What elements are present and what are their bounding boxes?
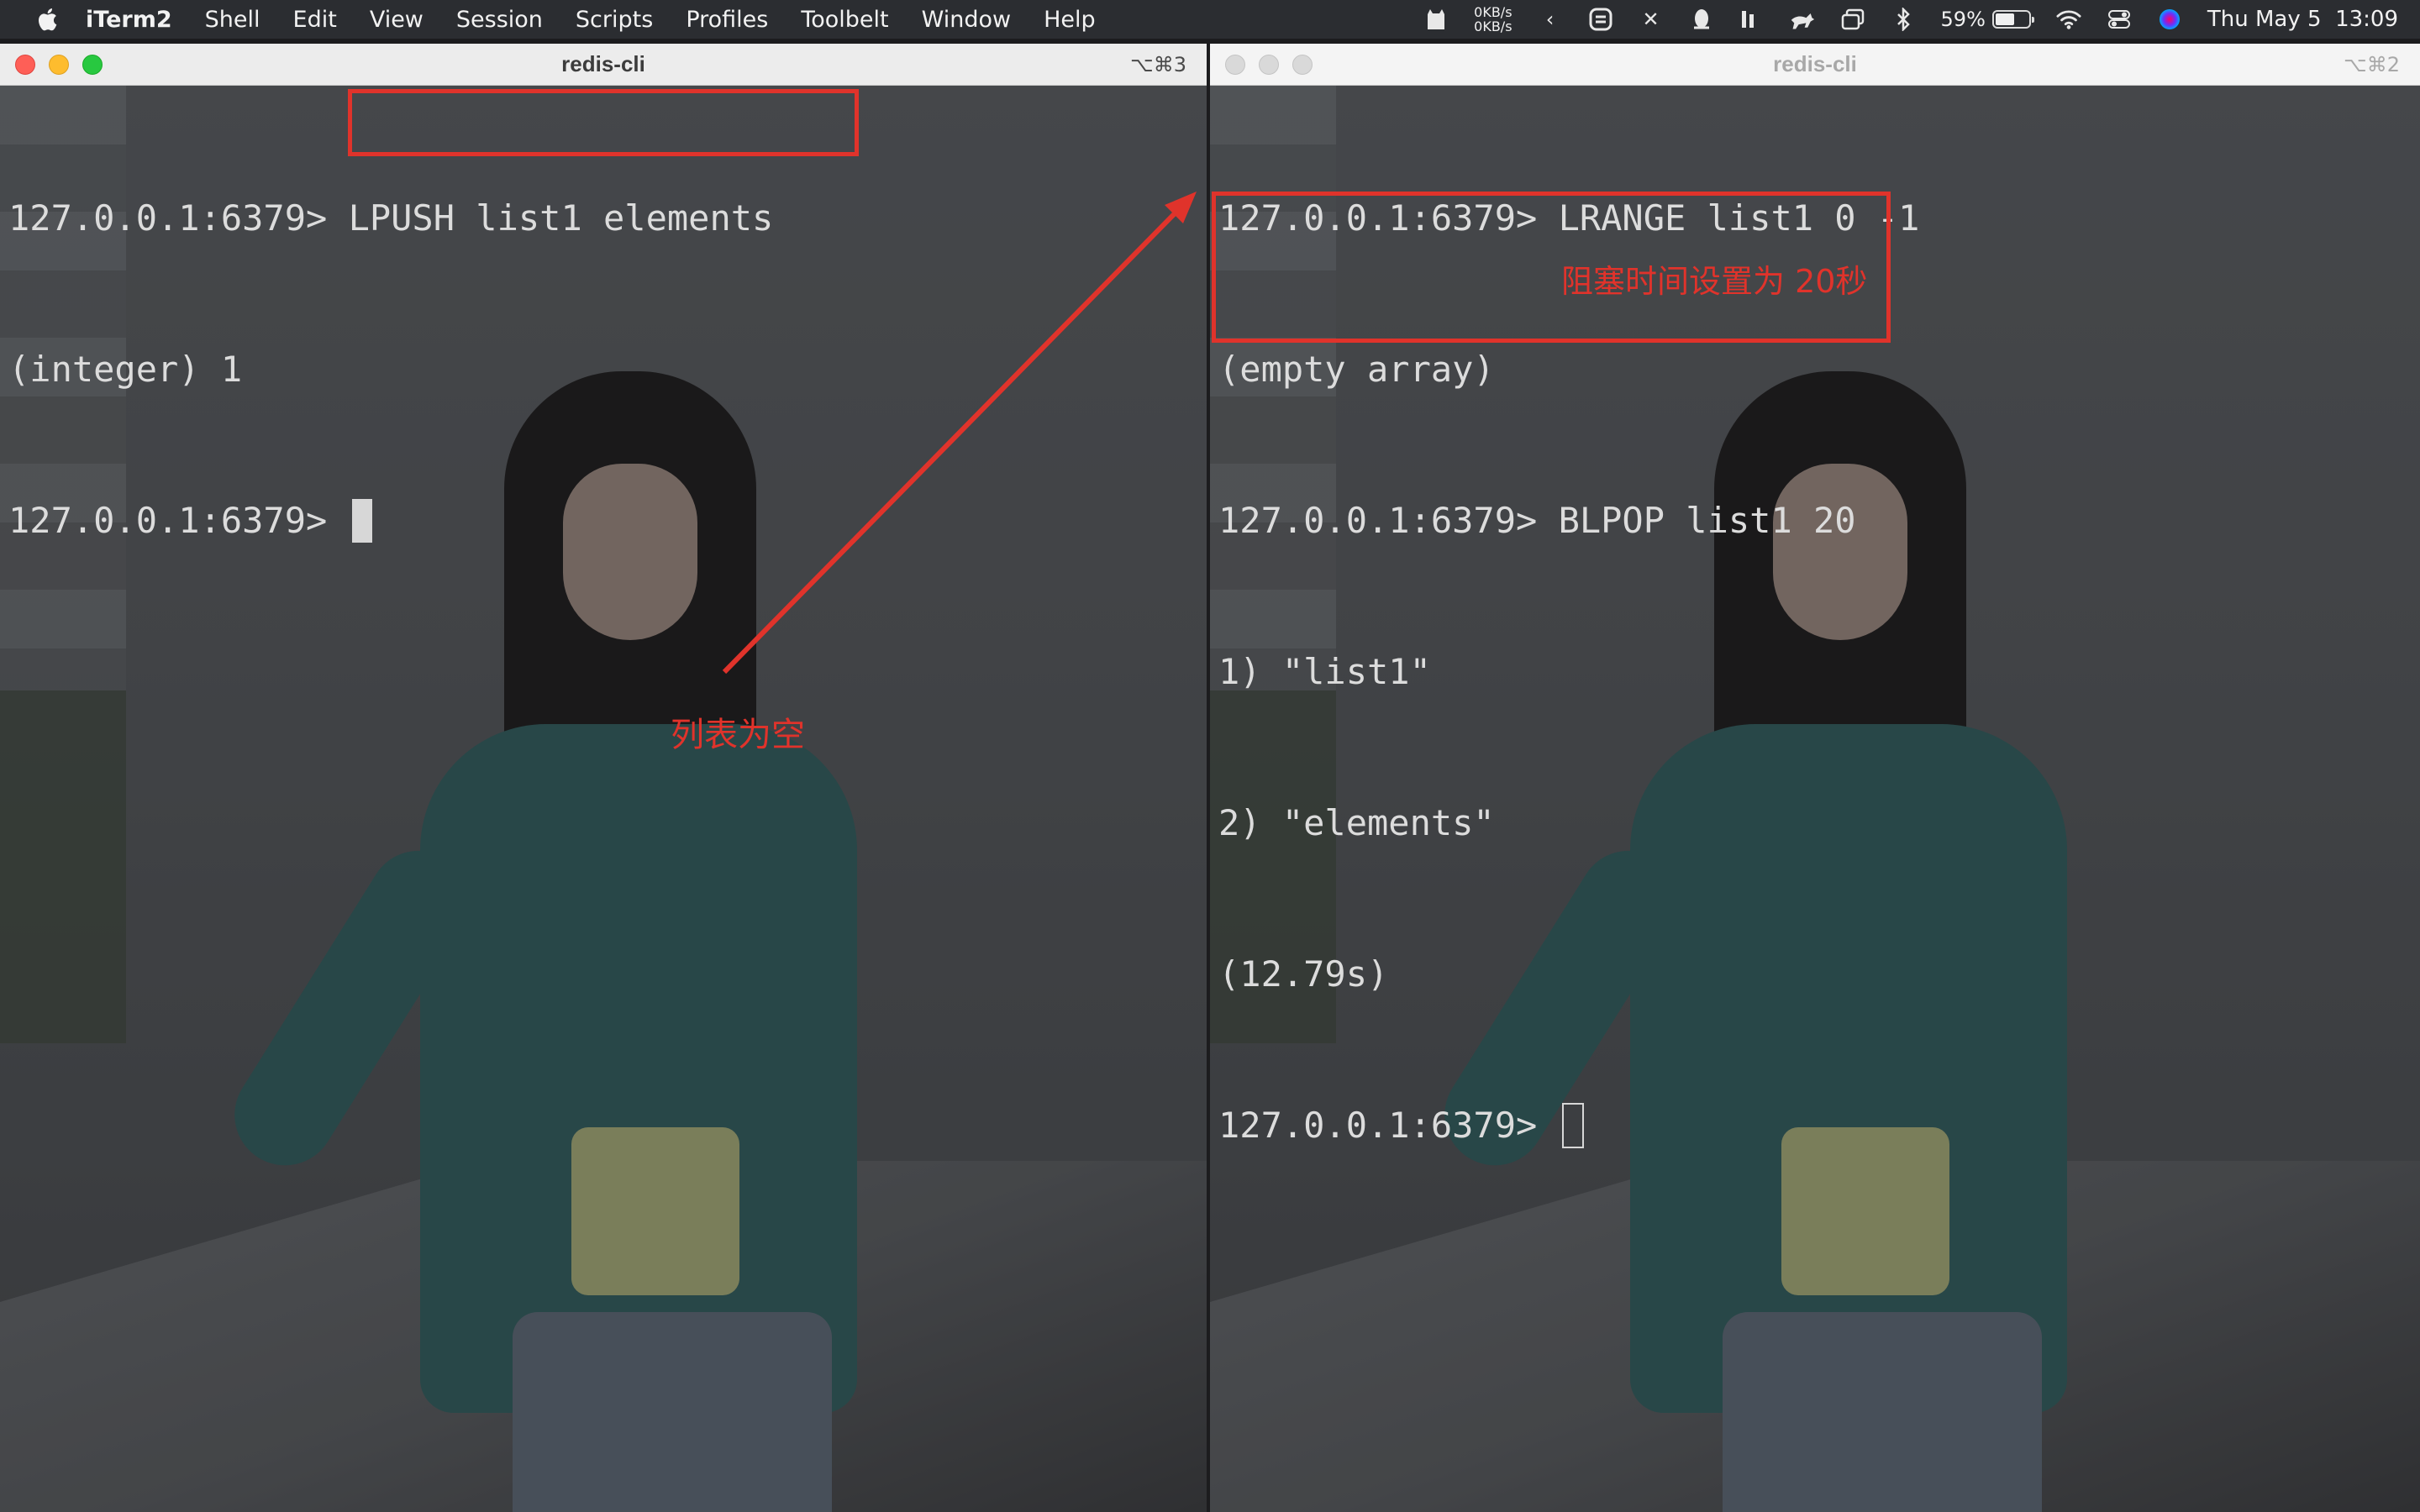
annotation-empty-list: 列表为空	[671, 716, 805, 754]
menu-bar: iTerm2 Shell Edit View Session Scripts P…	[0, 0, 2420, 39]
network-download-speed: 0KB/s	[1474, 18, 1512, 34]
command-text: LPUSH list1 elements	[348, 197, 774, 239]
prompt: 127.0.0.1:6379>	[1218, 1105, 1559, 1146]
status-area: 0KB/s 0KB/s ‹ ✕ 59% Thu May 5 13:09	[1423, 0, 2398, 39]
menu-shell[interactable]: Shell	[205, 7, 260, 33]
annotation-box-lpush	[348, 89, 859, 156]
window-titlebar[interactable]: redis-cli ⌥⌘3	[0, 44, 1207, 86]
bluetooth-icon[interactable]	[1891, 7, 1916, 32]
tools-icon[interactable]: ✕	[1639, 7, 1664, 32]
battery-percent: 59%	[1940, 8, 1986, 31]
window-title: redis-cli	[561, 51, 645, 76]
siri-icon[interactable]	[2157, 7, 2182, 32]
output-text: (integer) 1	[8, 349, 243, 390]
terminal-line: 1) "list1"	[1218, 647, 1919, 697]
terminal-line: 127.0.0.1:6379> LPUSH list1 elements	[8, 193, 773, 244]
terminal-line: (integer) 1	[8, 344, 773, 395]
chevron-left-icon[interactable]: ‹	[1538, 7, 1563, 32]
network-upload-speed: 0KB/s	[1474, 4, 1512, 20]
menu-toolbelt[interactable]: Toolbelt	[801, 7, 888, 33]
terminal-line: 127.0.0.1:6379> BLPOP list1 20	[1218, 496, 1919, 546]
output-text: (empty array)	[1218, 349, 1495, 390]
terminal-line: 127.0.0.1:6379>	[8, 496, 773, 546]
prompt: 127.0.0.1:6379>	[8, 197, 349, 239]
prompt: 127.0.0.1:6379>	[8, 500, 349, 541]
menubar-clock[interactable]: Thu May 5 13:09	[2207, 7, 2398, 32]
qq-penguin-icon[interactable]	[1689, 7, 1714, 32]
terminal-window-left[interactable]: redis-cli ⌥⌘3 127.0.0.1:6379> LPUSH list…	[0, 44, 1207, 1512]
menu-window[interactable]: Window	[922, 7, 1011, 33]
window-switcher-icon[interactable]	[1840, 7, 1865, 32]
battery-indicator[interactable]: 59%	[1940, 8, 2034, 31]
screen-share-icon[interactable]	[1588, 7, 1613, 32]
wifi-icon[interactable]	[2056, 7, 2081, 32]
terminal-line: (12.79s)	[1218, 949, 1919, 1000]
cpu-meter-icon[interactable]	[1739, 7, 1765, 32]
output-text: 2) "elements"	[1218, 802, 1495, 843]
cat-icon[interactable]	[1423, 7, 1449, 32]
control-center-icon[interactable]	[2107, 7, 2132, 32]
annotation-block-time: 阻塞时间设置为 20秒	[1561, 263, 1868, 300]
terminal-line: 2) "elements"	[1218, 798, 1919, 848]
window-titlebar[interactable]: redis-cli ⌥⌘2	[1210, 44, 2420, 86]
text-cursor	[1561, 1103, 1584, 1148]
window-shortcut: ⌥⌘3	[1130, 52, 1186, 76]
menu-app-name[interactable]: iTerm2	[86, 7, 172, 33]
window-title: redis-cli	[1773, 51, 1857, 76]
menu-scripts[interactable]: Scripts	[576, 7, 653, 33]
terminal-output[interactable]: 127.0.0.1:6379> LPUSH list1 elements (in…	[8, 92, 773, 647]
prompt: 127.0.0.1:6379>	[1218, 500, 1559, 541]
terminal-line: 127.0.0.1:6379>	[1218, 1100, 1919, 1151]
window-shortcut: ⌥⌘2	[2344, 52, 2400, 76]
command-text: BLPOP list1 20	[1558, 500, 1856, 541]
menu-edit[interactable]: Edit	[293, 7, 337, 33]
menu-profiles[interactable]: Profiles	[686, 7, 768, 33]
battery-level-fill	[1995, 13, 2015, 25]
menu-help[interactable]: Help	[1044, 7, 1096, 33]
output-text: 1) "list1"	[1218, 651, 1431, 692]
menu-session[interactable]: Session	[456, 7, 543, 33]
runcat-icon[interactable]	[1790, 7, 1815, 32]
text-cursor	[351, 499, 372, 543]
terminal-line: (empty array)	[1218, 344, 1919, 395]
output-text: (12.79s)	[1218, 953, 1389, 995]
battery-icon	[1991, 10, 2034, 29]
network-speed[interactable]: 0KB/s 0KB/s	[1474, 5, 1512, 34]
menu-view[interactable]: View	[370, 7, 424, 33]
apple-logo-icon[interactable]	[34, 6, 59, 33]
